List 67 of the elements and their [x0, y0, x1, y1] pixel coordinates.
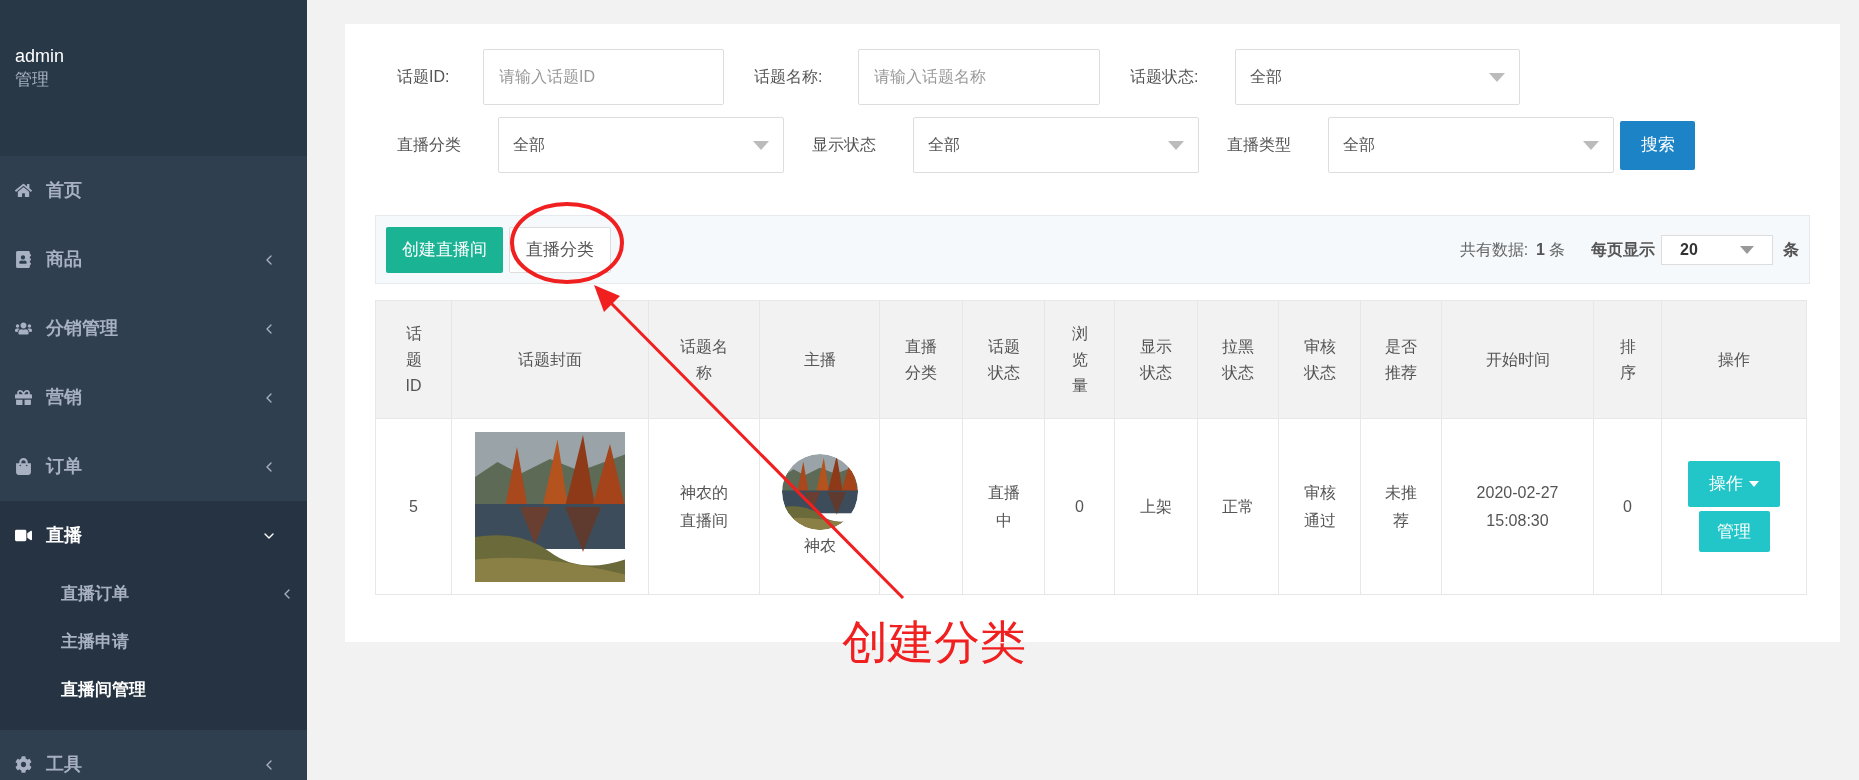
- home-icon: [15, 182, 32, 199]
- caret-icon: [1749, 481, 1759, 487]
- table-cell: 2020-02-27 15:08:30: [1441, 418, 1594, 595]
- contact-card-icon: [15, 251, 32, 268]
- menu-item[interactable]: 营销: [0, 363, 307, 432]
- table-cell: 正常: [1197, 418, 1279, 595]
- column-header: 主播: [759, 300, 880, 419]
- total-label: 共有数据:: [1459, 239, 1529, 260]
- column-header: 话题状态: [962, 300, 1045, 419]
- user-name: admin: [15, 45, 66, 68]
- submenu-item[interactable]: 主播申请: [0, 618, 307, 666]
- total-count: 1: [1536, 239, 1545, 260]
- column-header: 拉黑状态: [1197, 300, 1279, 419]
- text-field[interactable]: 请输入话题ID: [483, 49, 724, 105]
- column-header: 直播分类: [879, 300, 963, 419]
- select-field[interactable]: 全部: [498, 117, 784, 173]
- column-header: 审核状态: [1278, 300, 1361, 419]
- dropdown-triangle-icon: [1489, 72, 1505, 82]
- table-cell: 直播中: [962, 418, 1045, 595]
- gear-icon: [15, 756, 32, 773]
- category-button[interactable]: 直播分类: [509, 226, 611, 273]
- menu-item[interactable]: 首页: [0, 156, 307, 225]
- select-field[interactable]: 全部: [1328, 117, 1614, 173]
- dropdown-triangle-icon: [1740, 245, 1754, 254]
- column-header: 话题ID: [375, 300, 452, 419]
- select-field[interactable]: 全部: [1235, 49, 1520, 105]
- bag-icon: [15, 458, 32, 475]
- column-header: 操作: [1661, 300, 1807, 419]
- users-icon: [15, 320, 32, 337]
- annotation-text: 创建分类: [842, 615, 1026, 670]
- column-header: 排序: [1593, 300, 1662, 419]
- table-cell: 审核通过: [1278, 418, 1361, 595]
- user-role: 管理: [15, 69, 50, 91]
- filter-label: 显示状态: [812, 135, 877, 155]
- dropdown-triangle-icon: [1168, 140, 1184, 150]
- table-cell: 0: [1044, 418, 1115, 595]
- table-cell: 5: [375, 418, 452, 595]
- text-field[interactable]: 请输入话题名称: [858, 49, 1100, 105]
- filter-label: 话题状态:: [1130, 67, 1200, 87]
- menu-item[interactable]: 分销管理: [0, 294, 307, 363]
- column-header: 开始时间: [1441, 300, 1594, 419]
- column-header: 是否推荐: [1360, 300, 1442, 419]
- search-button[interactable]: 搜索: [1620, 120, 1695, 170]
- gift-icon: [15, 389, 32, 406]
- filter-label: 直播类型: [1227, 135, 1292, 155]
- column-header: 显示状态: [1114, 300, 1198, 419]
- page-size-select[interactable]: 20: [1661, 234, 1773, 265]
- column-header: 浏览量: [1044, 300, 1115, 419]
- menu-item[interactable]: 订单: [0, 432, 307, 501]
- select-field[interactable]: 全部: [913, 117, 1199, 173]
- dropdown-triangle-icon: [753, 140, 769, 150]
- table-cell: 未推荐: [1360, 418, 1442, 595]
- filter-label: 直播分类: [397, 135, 462, 155]
- menu-item[interactable]: 直播: [0, 501, 307, 570]
- menu-item[interactable]: 商品: [0, 225, 307, 294]
- page-size-label: 每页显示: [1591, 239, 1655, 260]
- table-cell: 上架: [1114, 418, 1198, 595]
- submenu-item[interactable]: 直播订单: [0, 570, 307, 618]
- submenu-item[interactable]: 直播间管理: [0, 666, 307, 714]
- menu-item[interactable]: 工具: [0, 730, 307, 780]
- page-size-unit: 条: [1783, 239, 1799, 260]
- filter-label: 话题名称:: [754, 67, 824, 87]
- filter-label: 话题ID:: [397, 67, 451, 87]
- total-unit: 条: [1549, 239, 1565, 260]
- table-cell: 0: [1593, 418, 1662, 595]
- dropdown-triangle-icon: [1583, 140, 1599, 150]
- video-camera-icon: [15, 527, 32, 544]
